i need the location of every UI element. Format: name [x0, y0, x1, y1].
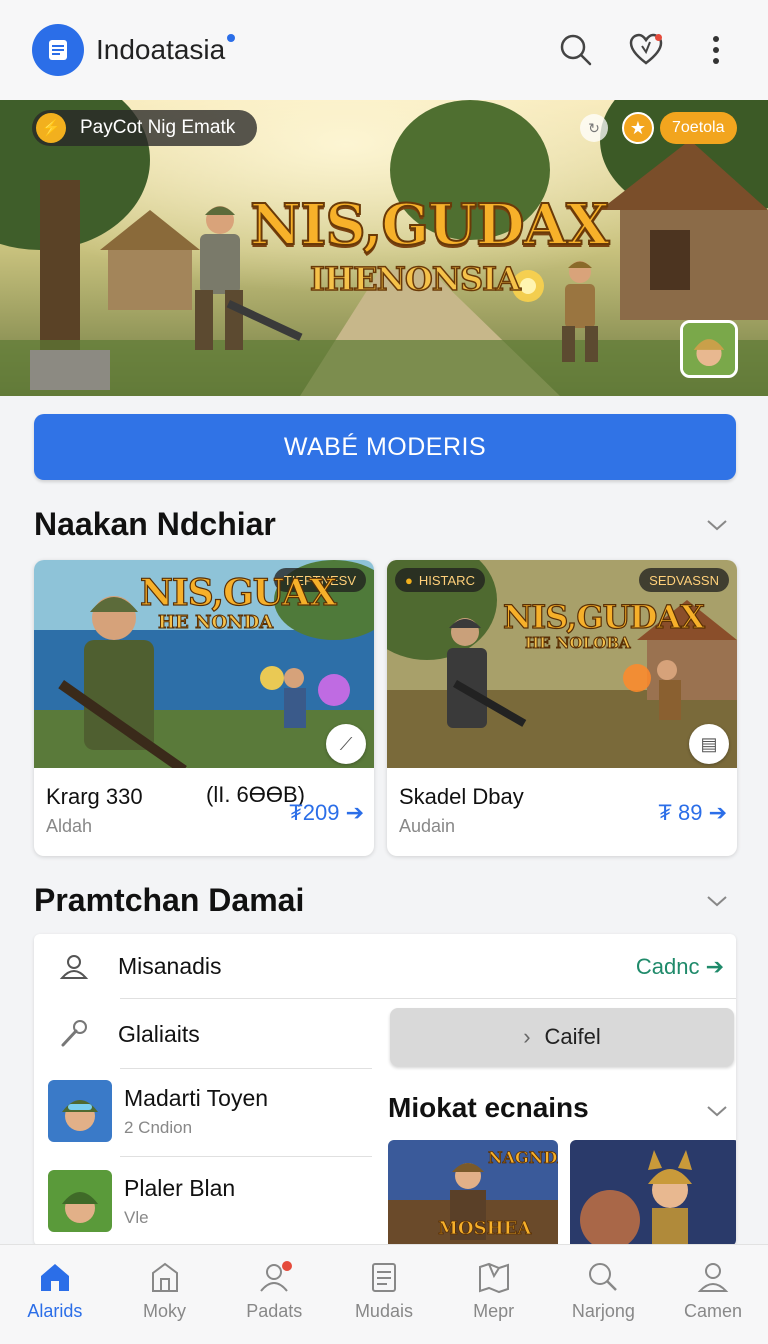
hero-banner[interactable]: ⚡ PayCot Nig Ematk ↻ ★ 7oetola NIS,GUDAX… [0, 100, 768, 396]
card-subtitle: Audain [399, 816, 456, 836]
row-link-text: Cadnc [635, 954, 700, 979]
wrench-icon[interactable]: ⟋ [326, 724, 366, 764]
chevron-down-icon[interactable] [706, 518, 728, 532]
list-item[interactable]: Plaler Blan Vle [48, 1170, 235, 1232]
nav-item-home[interactable]: Alarids [5, 1259, 105, 1344]
pill-text: PayCot Nig Ematk [80, 117, 236, 138]
heart-icon[interactable] [626, 30, 666, 70]
section-title-2: Pramtchan Damai [34, 882, 305, 918]
building-icon [151, 1262, 178, 1292]
tile-title: NAGNDA [488, 1148, 558, 1168]
top-bar: Indoatasia [0, 0, 768, 100]
card-art-title: NIS,GUAX [139, 571, 337, 614]
row-label: Plaler Blan [124, 1174, 236, 1201]
nav-item-mudais[interactable]: Mudais [334, 1259, 434, 1344]
divider [120, 998, 736, 999]
nav-label: Alarids [27, 1301, 83, 1321]
nav-item-padats[interactable]: Padats [224, 1259, 324, 1344]
nav-label: Mepr [473, 1301, 515, 1321]
heart-badge [655, 34, 662, 41]
nav-label: Mudais [354, 1301, 413, 1321]
hero-tag[interactable]: 7oetola [660, 112, 737, 144]
card-price: ₮209 [289, 800, 340, 825]
card-art-subtitle: HE NONDA [157, 612, 274, 634]
card-tag-left: ● HISTARC [395, 568, 485, 592]
card-name: Krarg 330 [46, 784, 143, 809]
settings-panel: Misanadis Cadnc ➔ Glaliaits › Caifel Mada… [34, 934, 736, 1246]
divider [120, 1156, 372, 1157]
cancel-button[interactable]: › Caifel [390, 1008, 734, 1066]
card-price: ₮ 89 [658, 800, 703, 825]
list-item[interactable]: Madarti Toyen 2 Cndion [48, 1080, 268, 1142]
list-item[interactable]: Misanadis [54, 946, 222, 986]
arrow-right-icon: ➔ [708, 800, 727, 825]
section-title-1: Naakan Ndchiar [34, 506, 276, 542]
nav-label: Moky [143, 1301, 187, 1321]
arrow-right-icon: ➔ [345, 800, 364, 825]
map-icon [478, 1262, 509, 1294]
game-tile-2[interactable] [570, 1140, 736, 1246]
row-label: Glaliaits [118, 1020, 200, 1047]
primary-cta-button[interactable]: WABÉ MODERIS [34, 414, 736, 480]
coin-icon: ⚡ [36, 113, 66, 143]
divider [120, 1068, 372, 1069]
row-label: Madarti Toyen [124, 1084, 269, 1111]
game-card-1[interactable]: TIEPTNESV NIS,GUAX HE NONDA ⟋ Krarg 330 … [34, 560, 374, 856]
chevron-down-icon[interactable] [706, 894, 728, 908]
sub-section-title: Miokat ecnains [388, 1092, 589, 1123]
card-art-subtitle: HE NOLOBA [525, 634, 632, 653]
star-icon[interactable]: ★ [622, 112, 654, 144]
nav-item-mepr[interactable]: Mepr [444, 1259, 544, 1344]
app-root: Indoatasia ⚡ PayCot Nig Ematk ↻ ★ 7oetol… [0, 0, 768, 1344]
cancel-label: Caifel [544, 1024, 601, 1049]
row-subtitle: Vle [124, 1207, 149, 1227]
hero-subtitle: IHENONSIA [309, 259, 521, 299]
search-icon[interactable] [556, 30, 596, 70]
arrow-right-icon: ➔ [705, 954, 724, 979]
home-icon [40, 1264, 69, 1291]
key-icon [54, 1014, 94, 1054]
list-item[interactable]: Glaliaits [54, 1014, 200, 1054]
hero-avatar[interactable] [680, 320, 738, 378]
bottom-navigation: Alarids Moky Padats Mudais Mepr Narjong … [0, 1244, 768, 1344]
search-icon [589, 1263, 618, 1291]
app-title-text: Indoatasia [96, 34, 226, 65]
game-tile-1[interactable]: NAGNDA MOSHEA [388, 1140, 558, 1246]
card-subtitle: Aldah [46, 816, 93, 836]
list-icon [371, 1263, 396, 1292]
card-tag-left-text: HISTARC [418, 572, 475, 588]
share-icon[interactable]: ↻ [580, 114, 608, 142]
card-art-title: NIS,GUDAX [502, 597, 705, 636]
chevron-right-icon: › [523, 1024, 531, 1049]
card-price-link[interactable]: ₮209 ➔ [289, 800, 364, 826]
nav-item-camen[interactable]: Camen [663, 1259, 763, 1344]
clipboard-icon[interactable]: ▤ [689, 724, 729, 764]
row-link[interactable]: Cadnc ➔ [636, 954, 724, 980]
nav-item-narjong[interactable]: Narjong [553, 1259, 653, 1344]
currency-pill[interactable]: ⚡ PayCot Nig Ematk [32, 110, 258, 146]
player-avatar [48, 1170, 112, 1232]
app-title: Indoatasia [96, 34, 236, 66]
nav-item-moky[interactable]: Moky [115, 1259, 215, 1344]
profile-icon [697, 1263, 729, 1292]
app-logo-icon[interactable] [32, 24, 84, 76]
hero-title: NIS,GUDAX [249, 191, 610, 259]
nav-label: Camen [684, 1301, 743, 1321]
nav-label: Padats [246, 1301, 303, 1321]
row-subtitle: 2 Cndion [124, 1117, 193, 1137]
more-icon[interactable] [696, 30, 736, 70]
user-outline-icon [54, 946, 94, 986]
card-name: Skadel Dbay [399, 784, 524, 809]
row-label: Misanadis [118, 952, 222, 979]
game-card-2[interactable]: ● HISTARC SEDVASSN NIS,GUDAX HE NOLOBA ▤ … [387, 560, 737, 856]
chevron-down-icon[interactable] [706, 1104, 728, 1118]
card-price-link[interactable]: ₮ 89 ➔ [658, 800, 727, 826]
tile-title-2: MOSHEA [438, 1218, 532, 1240]
notification-dot [227, 34, 236, 42]
nav-label: Narjong [571, 1301, 635, 1321]
player-avatar [48, 1080, 112, 1142]
coin-icon: ● [405, 572, 413, 588]
card-tag: SEDVASSN [639, 568, 729, 592]
